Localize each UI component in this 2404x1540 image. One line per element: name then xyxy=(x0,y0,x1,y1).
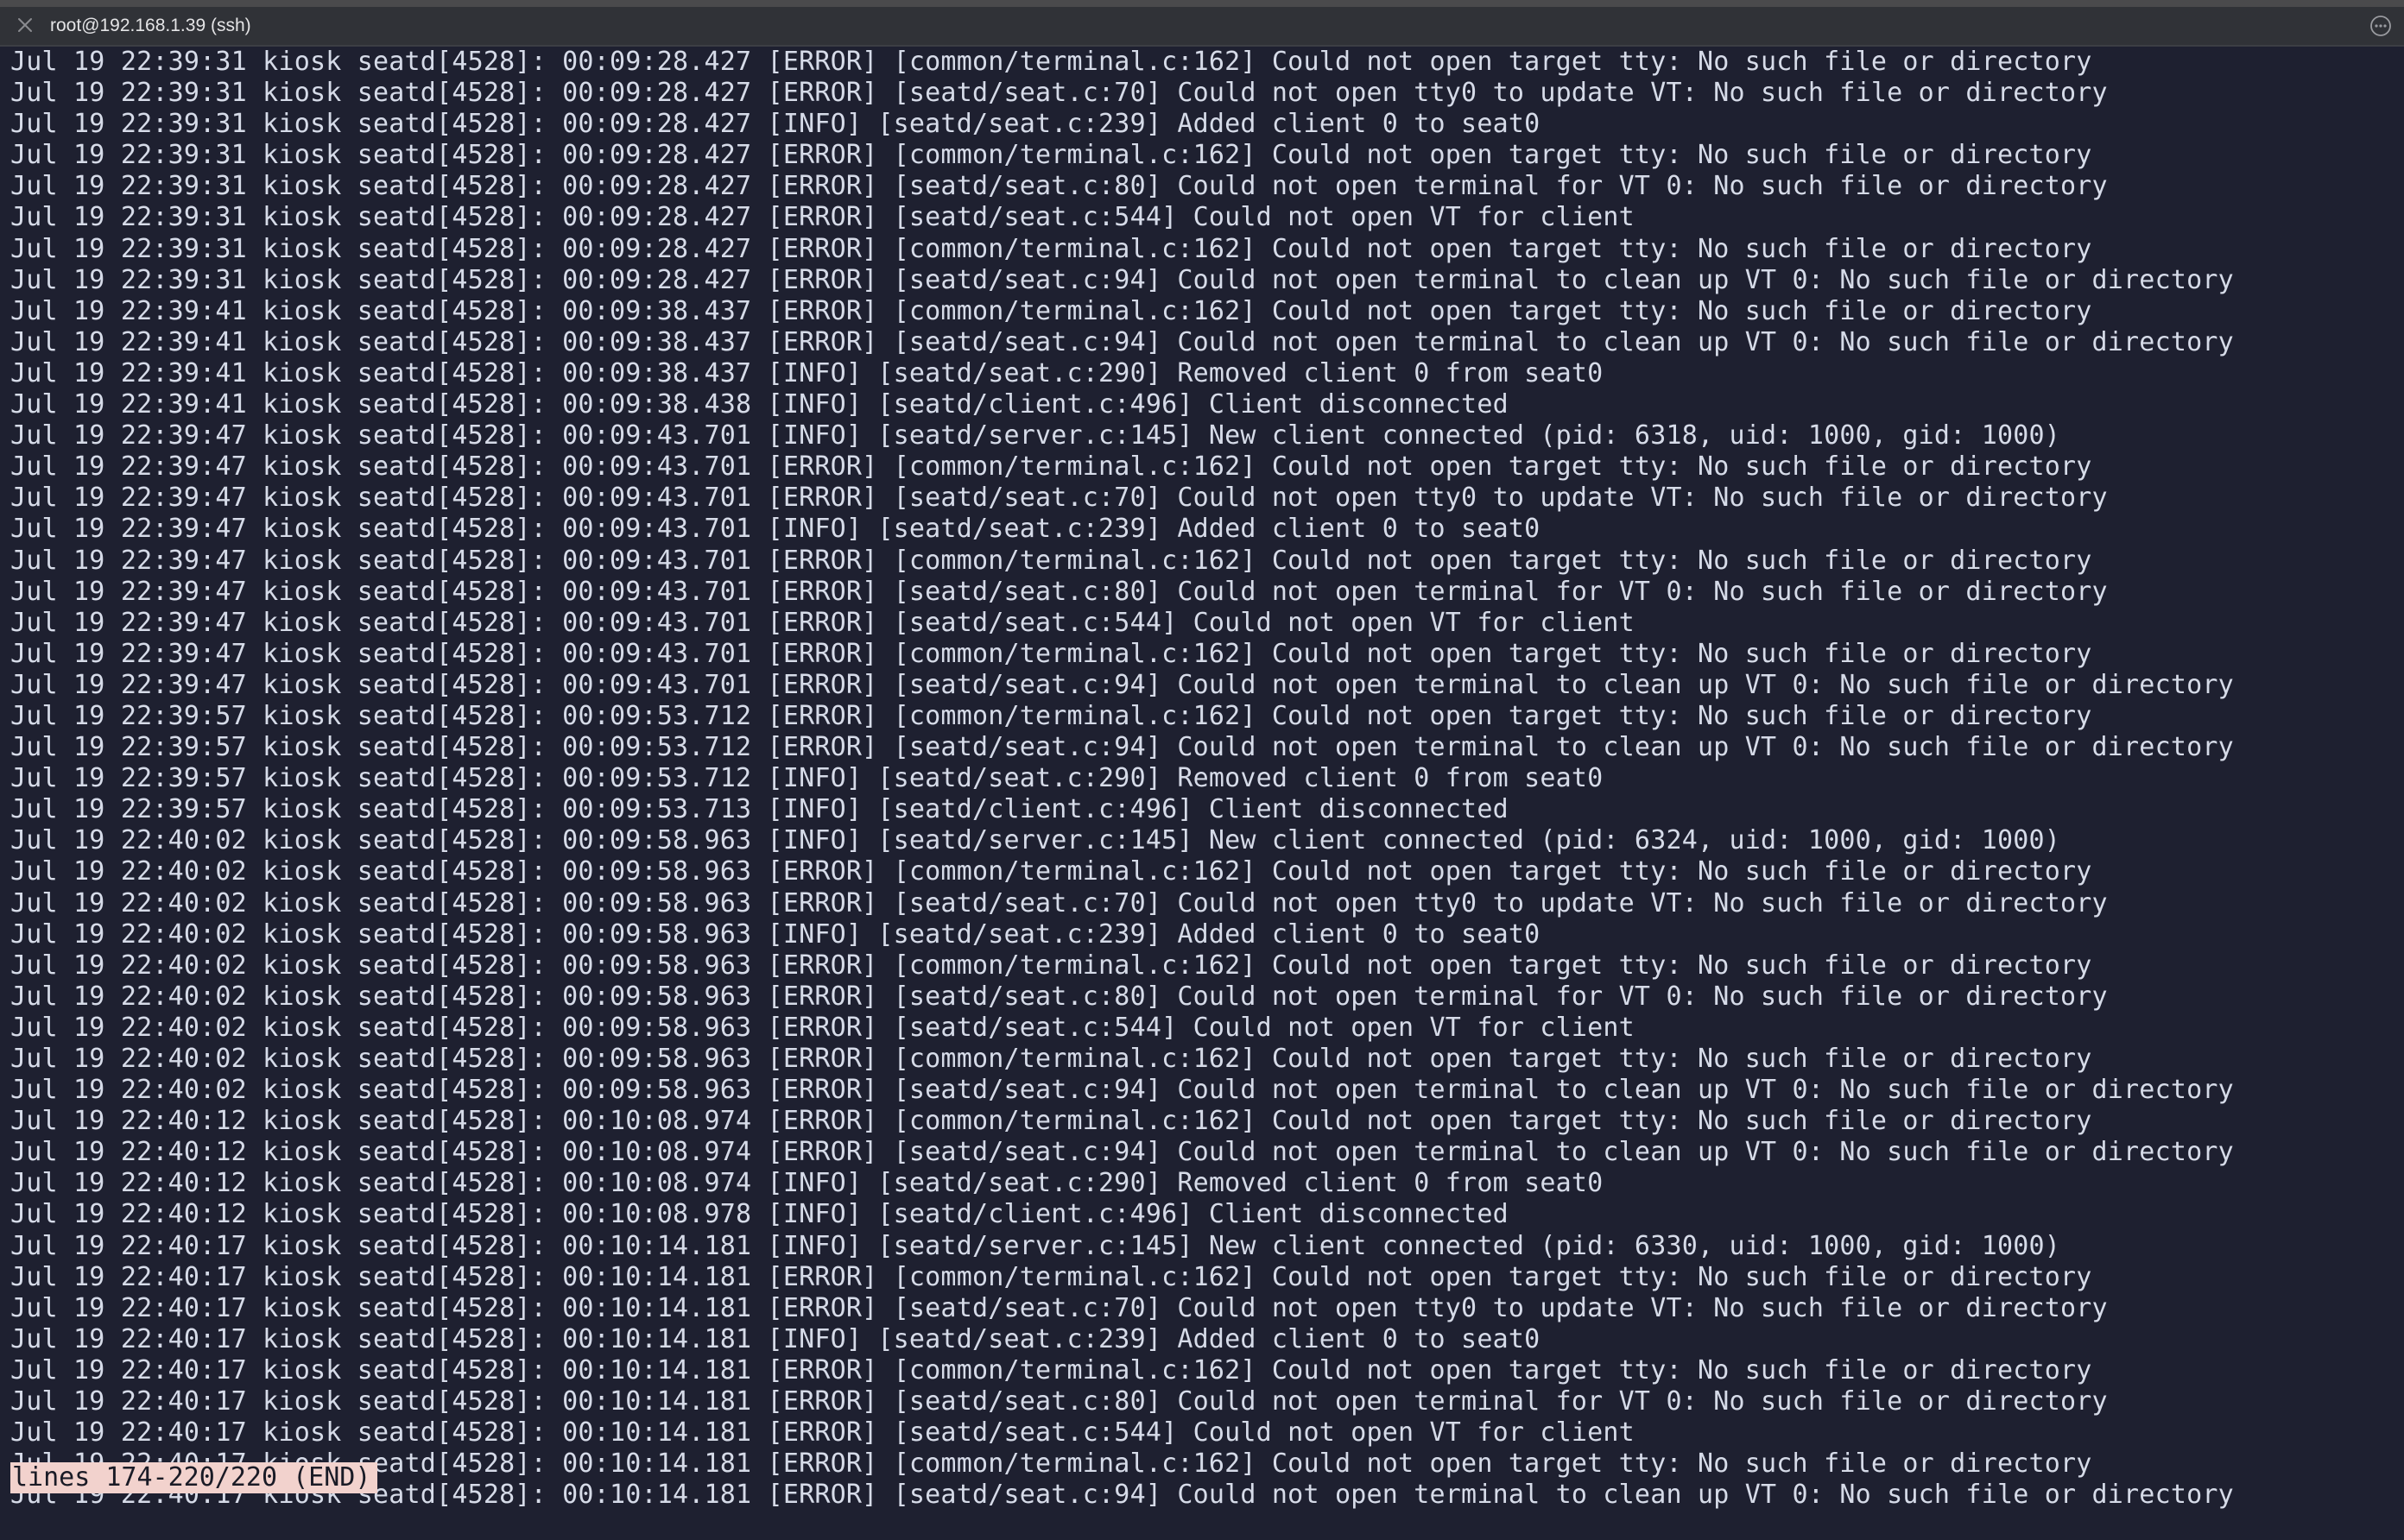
log-line: Jul 19 22:39:47 kiosk seatd[4528]: 00:09… xyxy=(10,638,2092,669)
log-line: Jul 19 22:40:17 kiosk seatd[4528]: 00:10… xyxy=(10,1230,2060,1261)
log-line: Jul 19 22:40:02 kiosk seatd[4528]: 00:09… xyxy=(10,1044,2092,1074)
log-line: Jul 19 22:39:47 kiosk seatd[4528]: 00:09… xyxy=(10,669,2234,700)
log-line: Jul 19 22:40:02 kiosk seatd[4528]: 00:09… xyxy=(10,887,2108,918)
log-line: Jul 19 22:39:31 kiosk seatd[4528]: 00:09… xyxy=(10,171,2108,202)
log-line: Jul 19 22:39:31 kiosk seatd[4528]: 00:09… xyxy=(10,47,2092,77)
log-line: Jul 19 22:40:02 kiosk seatd[4528]: 00:09… xyxy=(10,981,2108,1012)
log-line: Jul 19 22:39:31 kiosk seatd[4528]: 00:09… xyxy=(10,202,1635,233)
log-line: Jul 19 22:40:17 kiosk seatd[4528]: 00:10… xyxy=(10,1386,2108,1417)
log-line: Jul 19 22:39:31 kiosk seatd[4528]: 00:09… xyxy=(10,78,2108,109)
log-line: Jul 19 22:39:31 kiosk seatd[4528]: 00:09… xyxy=(10,140,2092,171)
log-line: Jul 19 22:39:47 kiosk seatd[4528]: 00:09… xyxy=(10,483,2108,514)
pager-status-line: lines 174-220/220 (END) xyxy=(10,1462,378,1493)
log-line: Jul 19 22:39:47 kiosk seatd[4528]: 00:09… xyxy=(10,545,2092,576)
log-line: Jul 19 22:39:41 kiosk seatd[4528]: 00:09… xyxy=(10,389,1509,420)
log-line: Jul 19 22:40:02 kiosk seatd[4528]: 00:09… xyxy=(10,825,2060,856)
terminal-output[interactable]: Jul 19 22:39:31 kiosk seatd[4528]: 00:09… xyxy=(0,47,2404,1540)
log-lines: Jul 19 22:39:31 kiosk seatd[4528]: 00:09… xyxy=(10,47,2234,1511)
log-line: Jul 19 22:39:31 kiosk seatd[4528]: 00:09… xyxy=(10,233,2092,264)
log-line: Jul 19 22:39:41 kiosk seatd[4528]: 00:09… xyxy=(10,357,1604,388)
log-line: Jul 19 22:39:47 kiosk seatd[4528]: 00:09… xyxy=(10,607,1635,638)
log-line: Jul 19 22:39:57 kiosk seatd[4528]: 00:09… xyxy=(10,763,1604,794)
log-line: Jul 19 22:40:02 kiosk seatd[4528]: 00:09… xyxy=(10,856,2092,887)
log-line: Jul 19 22:39:31 kiosk seatd[4528]: 00:09… xyxy=(10,264,2234,295)
log-line: Jul 19 22:39:41 kiosk seatd[4528]: 00:09… xyxy=(10,326,2234,357)
log-line: Jul 19 22:39:47 kiosk seatd[4528]: 00:09… xyxy=(10,514,1540,545)
log-line: Jul 19 22:39:41 kiosk seatd[4528]: 00:09… xyxy=(10,295,2092,326)
log-line: Jul 19 22:40:17 kiosk seatd[4528]: 00:10… xyxy=(10,1417,1635,1448)
log-line: Jul 19 22:39:31 kiosk seatd[4528]: 00:09… xyxy=(10,109,1540,140)
log-line: Jul 19 22:40:17 kiosk seatd[4528]: 00:10… xyxy=(10,1354,2092,1385)
log-line: Jul 19 22:40:02 kiosk seatd[4528]: 00:09… xyxy=(10,950,2092,981)
log-line: Jul 19 22:39:47 kiosk seatd[4528]: 00:09… xyxy=(10,576,2108,607)
log-line: Jul 19 22:40:02 kiosk seatd[4528]: 00:09… xyxy=(10,1075,2234,1106)
log-line: Jul 19 22:40:02 kiosk seatd[4528]: 00:09… xyxy=(10,918,1540,950)
log-line: Jul 19 22:40:17 kiosk seatd[4528]: 00:10… xyxy=(10,1323,1540,1354)
window-title: root@192.168.1.39 (ssh) xyxy=(50,16,251,35)
more-options-icon[interactable] xyxy=(2369,15,2392,37)
log-line: Jul 19 22:40:12 kiosk seatd[4528]: 00:10… xyxy=(10,1106,2092,1137)
log-line: Jul 19 22:39:57 kiosk seatd[4528]: 00:09… xyxy=(10,700,2092,731)
log-line: Jul 19 22:40:12 kiosk seatd[4528]: 00:10… xyxy=(10,1168,1604,1199)
log-line: Jul 19 22:40:02 kiosk seatd[4528]: 00:09… xyxy=(10,1012,1635,1043)
log-line: Jul 19 22:39:57 kiosk seatd[4528]: 00:09… xyxy=(10,794,1509,825)
log-line: Jul 19 22:40:12 kiosk seatd[4528]: 00:10… xyxy=(10,1199,1509,1230)
log-line: Jul 19 22:39:57 kiosk seatd[4528]: 00:09… xyxy=(10,732,2234,763)
title-bar: root@192.168.1.39 (ssh) xyxy=(0,7,2404,47)
log-line: Jul 19 22:40:17 kiosk seatd[4528]: 00:10… xyxy=(10,1292,2108,1323)
window-top-edge xyxy=(0,0,2404,7)
log-line: Jul 19 22:39:47 kiosk seatd[4528]: 00:09… xyxy=(10,451,2092,483)
log-line: Jul 19 22:40:12 kiosk seatd[4528]: 00:10… xyxy=(10,1137,2234,1168)
log-line: Jul 19 22:40:17 kiosk seatd[4528]: 00:10… xyxy=(10,1261,2092,1292)
terminal-window: root@192.168.1.39 (ssh) Jul 19 22:39:31 … xyxy=(0,0,2404,1540)
close-icon[interactable] xyxy=(14,14,36,36)
log-line: Jul 19 22:39:47 kiosk seatd[4528]: 00:09… xyxy=(10,420,2060,451)
